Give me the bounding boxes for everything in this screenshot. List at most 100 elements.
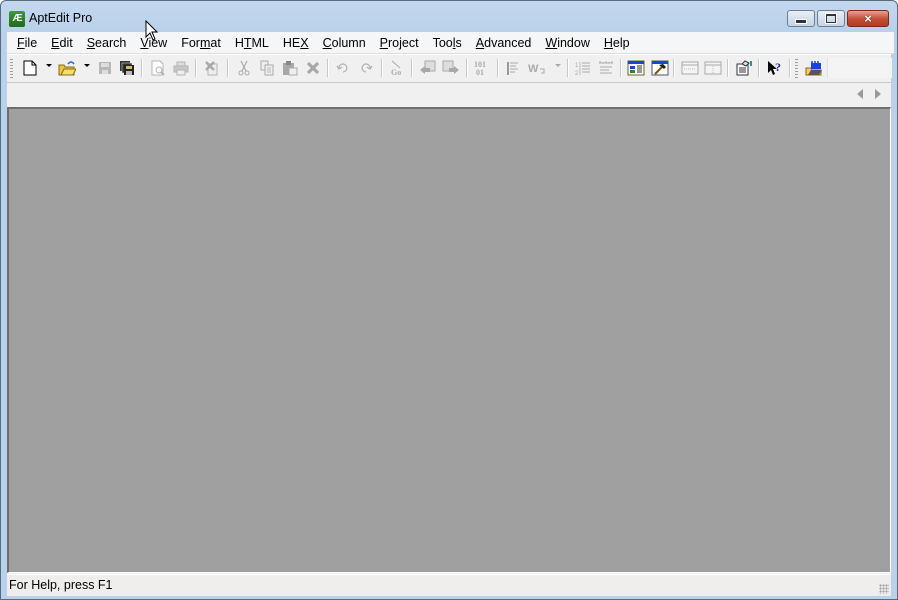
mouse-cursor-icon bbox=[145, 20, 159, 41]
toolbar-separator bbox=[327, 59, 329, 77]
mdi-workspace[interactable] bbox=[7, 107, 891, 573]
menu-help[interactable]: Help bbox=[597, 33, 637, 53]
cut-button[interactable] bbox=[234, 58, 254, 78]
previous-bookmark-button[interactable] bbox=[418, 58, 438, 78]
menu-accelerator: C bbox=[322, 35, 332, 50]
toolbar-separator bbox=[141, 59, 143, 77]
save-all-button[interactable] bbox=[117, 58, 137, 78]
toolbar-separator bbox=[227, 59, 229, 77]
go-to-button[interactable]: Go bbox=[387, 58, 407, 78]
project-window-button[interactable] bbox=[626, 58, 646, 78]
word-wrap-button[interactable]: W bbox=[527, 58, 547, 78]
menu-advanced[interactable]: Advanced bbox=[469, 33, 539, 53]
scroll-tabs-right-icon[interactable] bbox=[875, 89, 881, 99]
menu-search[interactable]: Search bbox=[80, 33, 134, 53]
svg-text:?: ? bbox=[775, 60, 781, 74]
close-document-icon bbox=[205, 61, 218, 76]
context-help-button[interactable]: ? bbox=[765, 58, 785, 78]
next-bookmark-icon bbox=[442, 60, 459, 74]
maximize-icon bbox=[826, 14, 836, 23]
menu-accelerator: X bbox=[300, 35, 309, 50]
toolbar-separator bbox=[497, 59, 499, 77]
redo-icon bbox=[361, 63, 373, 73]
menu-accelerator: W bbox=[545, 35, 558, 50]
menu-project[interactable]: Project bbox=[373, 33, 426, 53]
menu-edit[interactable]: Edit bbox=[44, 33, 80, 53]
print-button[interactable] bbox=[171, 58, 191, 78]
ftp-folder-icon bbox=[805, 61, 822, 76]
menu-column[interactable]: Column bbox=[316, 33, 373, 53]
word-wrap-dropdown[interactable] bbox=[555, 64, 561, 67]
undo-icon bbox=[336, 63, 348, 73]
split-vertical-button[interactable] bbox=[703, 58, 723, 78]
resize-grip-icon[interactable] bbox=[879, 584, 889, 594]
save-all-icon bbox=[120, 61, 134, 75]
toolbar-grip[interactable] bbox=[10, 59, 13, 79]
menu-bar: File Edit Search View Format HTML HEX Column Pro… bbox=[7, 32, 894, 54]
toolbar-separator bbox=[620, 59, 622, 77]
scissors-icon bbox=[238, 60, 250, 76]
toolbar-separator bbox=[195, 59, 197, 77]
minimize-button[interactable] bbox=[787, 10, 815, 27]
open-folder-icon bbox=[58, 61, 76, 76]
toolbar-separator bbox=[411, 59, 413, 77]
menu-format[interactable]: Format bbox=[174, 33, 228, 53]
menu-accelerator: m bbox=[199, 35, 211, 50]
maximize-button[interactable] bbox=[817, 10, 845, 27]
menu-accelerator: F bbox=[17, 35, 25, 50]
delete-button[interactable] bbox=[303, 58, 323, 78]
svg-text:01: 01 bbox=[476, 68, 484, 77]
split-vertical-icon bbox=[704, 61, 722, 75]
minimize-icon bbox=[795, 18, 807, 24]
toolbar-separator bbox=[789, 59, 791, 77]
menu-html[interactable]: HTML bbox=[228, 33, 276, 53]
new-file-button[interactable] bbox=[20, 58, 40, 78]
line-numbers-icon: 12 bbox=[575, 62, 590, 76]
menu-accelerator: E bbox=[51, 35, 60, 50]
new-file-dropdown[interactable] bbox=[46, 64, 52, 67]
save-button[interactable] bbox=[95, 58, 115, 78]
redo-button[interactable] bbox=[356, 58, 376, 78]
word-wrap-icon: W bbox=[528, 63, 545, 75]
delete-x-icon bbox=[306, 61, 320, 75]
align-button[interactable] bbox=[503, 58, 523, 78]
ruler-button[interactable] bbox=[596, 58, 616, 78]
toolbar-grip[interactable] bbox=[795, 59, 798, 79]
open-file-button[interactable] bbox=[57, 58, 77, 78]
print-preview-icon bbox=[151, 60, 165, 76]
copy-button[interactable] bbox=[257, 58, 277, 78]
client-area: File Edit Search View Format HTML HEX Column Pro… bbox=[7, 32, 894, 596]
close-button[interactable]: × bbox=[847, 10, 889, 27]
ftp-open-button[interactable] bbox=[804, 58, 824, 78]
scroll-tabs-left-icon[interactable] bbox=[857, 89, 863, 99]
save-disk-icon bbox=[99, 62, 111, 74]
menu-accelerator: A bbox=[475, 35, 485, 50]
main-toolbar: Go 101 01 W 12 ? bbox=[7, 54, 892, 83]
menu-hex[interactable]: HEX bbox=[276, 33, 316, 53]
menu-accelerator: H bbox=[603, 35, 613, 50]
toolbar-empty-area bbox=[827, 58, 892, 78]
tools-button[interactable] bbox=[650, 58, 670, 78]
properties-icon bbox=[736, 60, 752, 76]
next-bookmark-button[interactable] bbox=[441, 58, 461, 78]
title-bar[interactable]: Æ AptEdit Pro × bbox=[1, 1, 897, 33]
ruler-icon bbox=[599, 61, 613, 74]
close-icon: × bbox=[864, 11, 872, 26]
close-file-button[interactable] bbox=[202, 58, 222, 78]
menu-tools[interactable]: Tools bbox=[426, 33, 469, 53]
app-logo-icon: Æ bbox=[9, 11, 25, 27]
menu-window[interactable]: Window bbox=[538, 33, 596, 53]
hex-mode-button[interactable]: 101 01 bbox=[472, 58, 492, 78]
paste-button[interactable] bbox=[280, 58, 300, 78]
toolbar-separator bbox=[567, 59, 569, 77]
undo-button[interactable] bbox=[333, 58, 353, 78]
line-numbers-button[interactable]: 12 bbox=[573, 58, 593, 78]
status-text: For Help, press F1 bbox=[9, 578, 113, 592]
print-preview-button[interactable] bbox=[148, 58, 168, 78]
properties-button[interactable] bbox=[734, 58, 754, 78]
open-file-dropdown[interactable] bbox=[84, 64, 90, 67]
toolbar-separator bbox=[466, 59, 468, 77]
menu-file[interactable]: File bbox=[10, 33, 44, 53]
split-horizontal-button[interactable] bbox=[680, 58, 700, 78]
window-title: AptEdit Pro bbox=[29, 11, 93, 25]
